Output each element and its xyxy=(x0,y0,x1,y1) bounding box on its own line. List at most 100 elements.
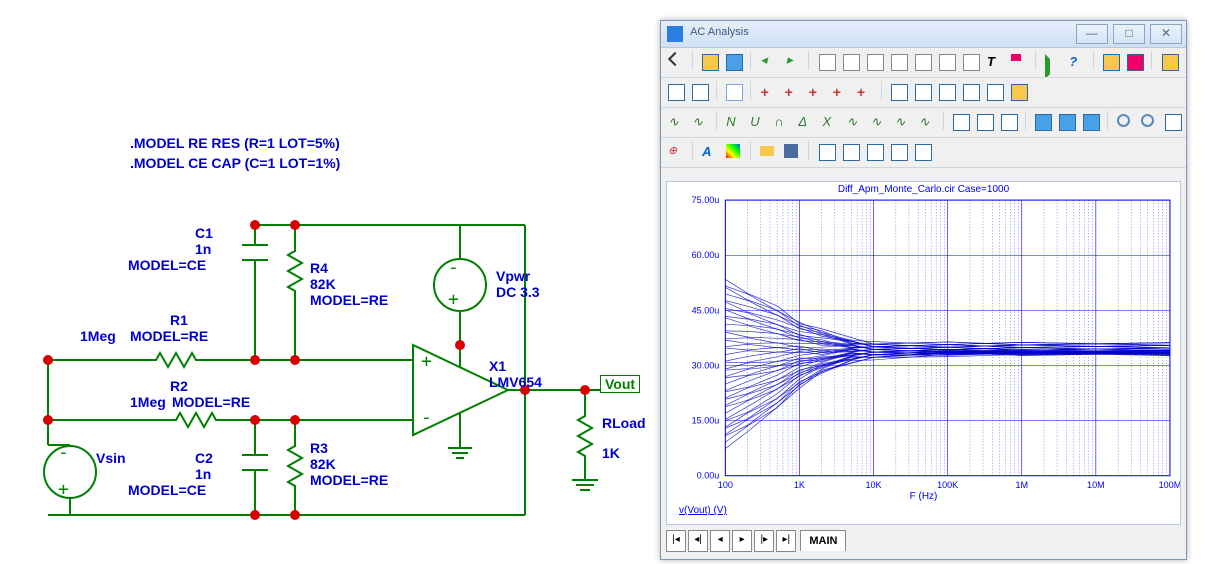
tb2-b-icon[interactable] xyxy=(912,81,933,102)
svg-text:100M: 100M xyxy=(1159,480,1180,490)
plot-opt1-icon[interactable] xyxy=(816,51,837,72)
toolbar-4: ⊕ A xyxy=(661,138,1186,168)
plot-opt5-icon[interactable] xyxy=(912,51,933,72)
svg-text:1K: 1K xyxy=(794,480,805,490)
svg-text:45.00u: 45.00u xyxy=(692,305,720,315)
tool-a-icon[interactable] xyxy=(1100,51,1121,72)
nav-last-icon[interactable]: ▸| xyxy=(776,530,796,552)
zoom-out-icon[interactable] xyxy=(1138,111,1159,132)
wave2-icon[interactable]: ∿ xyxy=(689,111,710,132)
cursor-c-icon[interactable]: + xyxy=(805,81,826,102)
minimize-button[interactable]: — xyxy=(1076,24,1108,44)
cursor-icon[interactable] xyxy=(665,51,686,72)
wave8-icon[interactable]: ∿ xyxy=(844,111,865,132)
nav-first-icon[interactable]: |◂ xyxy=(666,530,686,552)
wave7-icon[interactable]: X xyxy=(819,111,840,132)
nav-next2-icon[interactable]: |▸ xyxy=(754,530,774,552)
props-icon[interactable] xyxy=(723,81,744,102)
nav-prev2-icon[interactable]: ◂| xyxy=(688,530,708,552)
align-r-icon[interactable] xyxy=(998,111,1019,132)
nav-prev-icon[interactable]: ◂ xyxy=(710,530,730,552)
cursor-d-icon[interactable]: + xyxy=(830,81,851,102)
wave5-icon[interactable]: ∩ xyxy=(771,111,792,132)
align-l-icon[interactable] xyxy=(950,111,971,132)
tab-main[interactable]: MAIN xyxy=(800,530,846,551)
r4-val: 82K xyxy=(310,276,336,292)
r3-name: R3 xyxy=(310,440,328,456)
c1-val: 1n xyxy=(195,241,211,257)
rload-name: RLoad xyxy=(602,415,646,431)
align-c-icon[interactable] xyxy=(974,111,995,132)
model-line-2: .MODEL CE CAP (C=1 LOT=1%) xyxy=(130,155,340,171)
cursor-b-icon[interactable]: + xyxy=(781,81,802,102)
wave10-icon[interactable]: ∿ xyxy=(892,111,913,132)
plot-opt7-icon[interactable] xyxy=(960,51,981,72)
wave6-icon[interactable]: Δ xyxy=(795,111,816,132)
c2-val: 1n xyxy=(195,466,211,482)
tb4-e-icon[interactable] xyxy=(912,141,933,162)
zoom-in-icon[interactable] xyxy=(1114,111,1135,132)
plot-opt2-icon[interactable] xyxy=(840,51,861,72)
back-icon[interactable]: ◂ xyxy=(757,51,778,72)
forward-icon[interactable]: ▸ xyxy=(781,51,802,72)
marker-icon[interactable]: ⊕ xyxy=(665,141,686,162)
chart-area[interactable]: 0.00u15.00u30.00u45.00u60.00u75.00u1001K… xyxy=(666,181,1181,525)
color-icon[interactable] xyxy=(723,141,744,162)
layer1-icon[interactable] xyxy=(1032,111,1053,132)
wave4-icon[interactable]: U xyxy=(747,111,768,132)
tool-c-icon[interactable] xyxy=(1159,51,1180,72)
font-a-icon[interactable]: A xyxy=(699,141,720,162)
titlebar[interactable]: AC Analysis — □ ✕ xyxy=(661,21,1186,48)
r1-val: 1Meg xyxy=(80,328,116,344)
plot-opt6-icon[interactable] xyxy=(936,51,957,72)
layer3-icon[interactable] xyxy=(1080,111,1101,132)
run-icon[interactable] xyxy=(1042,51,1063,72)
output-icon[interactable] xyxy=(699,51,720,72)
tb4-b-icon[interactable] xyxy=(840,141,861,162)
flag-icon[interactable] xyxy=(1008,51,1029,72)
ac-analysis-window: AC Analysis — □ ✕ ◂ ▸ T ? xyxy=(660,20,1187,560)
tb4-a-icon[interactable] xyxy=(816,141,837,162)
close-button[interactable]: ✕ xyxy=(1150,24,1182,44)
zoom-fit-icon[interactable] xyxy=(1162,111,1183,132)
text-icon[interactable]: T xyxy=(984,51,1005,72)
tb4-d-icon[interactable] xyxy=(888,141,909,162)
tool-d-icon[interactable] xyxy=(1183,51,1186,72)
toolbar-2: + + + + + xyxy=(661,78,1186,108)
r3-val: 82K xyxy=(310,456,336,472)
wave11-icon[interactable]: ∿ xyxy=(916,111,937,132)
help-icon[interactable]: ? xyxy=(1066,51,1087,72)
grid-icon[interactable] xyxy=(689,81,710,102)
3d-icon[interactable] xyxy=(723,51,744,72)
tb4-c-icon[interactable] xyxy=(864,141,885,162)
tool-b-icon[interactable] xyxy=(1124,51,1145,72)
svg-text:1M: 1M xyxy=(1015,480,1028,490)
plot-opt3-icon[interactable] xyxy=(864,51,885,72)
tb2-d-icon[interactable] xyxy=(960,81,981,102)
maximize-button[interactable]: □ xyxy=(1113,24,1145,44)
wave1-icon[interactable]: ∿ xyxy=(665,111,686,132)
schematic-canvas: +- -+ -+ .MODEL RE RES (R=1 LOT=5%) .MOD… xyxy=(0,0,660,564)
tb2-c-icon[interactable] xyxy=(936,81,957,102)
save-icon[interactable] xyxy=(781,141,802,162)
tb2-e-icon[interactable] xyxy=(984,81,1005,102)
vout-label: Vout xyxy=(600,375,640,393)
sel-all-icon[interactable] xyxy=(665,81,686,102)
folder-icon[interactable] xyxy=(757,141,778,162)
layer2-icon[interactable] xyxy=(1056,111,1077,132)
x1-val: LMV654 xyxy=(489,374,542,390)
cursor-a-icon[interactable]: + xyxy=(757,81,778,102)
wave9-icon[interactable]: ∿ xyxy=(868,111,889,132)
r4-name: R4 xyxy=(310,260,328,276)
nav-next-icon[interactable]: ▸ xyxy=(732,530,752,552)
chart-ylabel[interactable]: v(Vout) (V) xyxy=(679,505,727,516)
plot-opt4-icon[interactable] xyxy=(888,51,909,72)
tb2-f-icon[interactable] xyxy=(1008,81,1029,102)
x1-name: X1 xyxy=(489,358,506,374)
tb2-a-icon[interactable] xyxy=(888,81,909,102)
c1-name: C1 xyxy=(195,225,213,241)
wave3-icon[interactable]: N xyxy=(723,111,744,132)
cursor-e-icon[interactable]: + xyxy=(854,81,875,102)
vpwr-val: DC 3.3 xyxy=(496,284,540,300)
c2-name: C2 xyxy=(195,450,213,466)
